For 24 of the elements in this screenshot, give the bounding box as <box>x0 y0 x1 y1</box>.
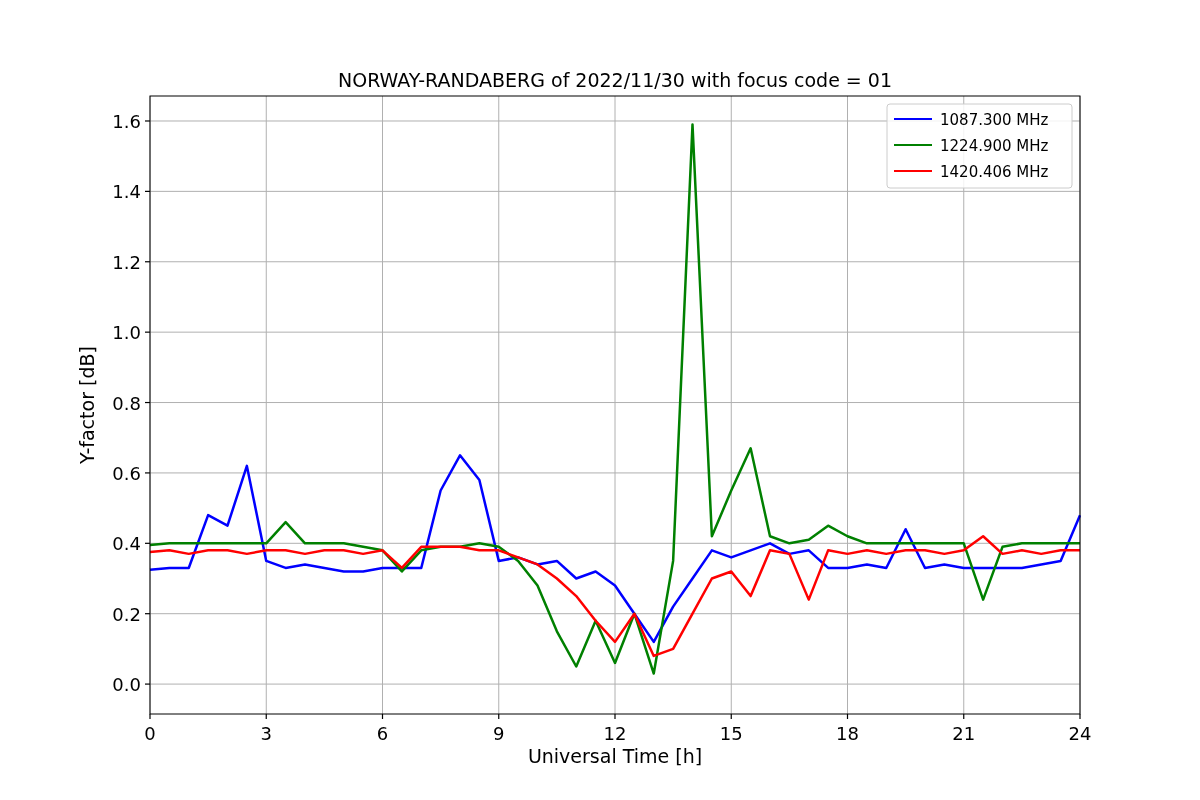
tick-label: 0.0 <box>112 674 141 696</box>
tick-label: 12 <box>603 723 627 744</box>
tick-label: 0.6 <box>112 462 141 484</box>
tick-label: 1.6 <box>112 111 141 132</box>
tick-label: 15 <box>719 723 743 744</box>
tick-label: 1.0 <box>112 322 141 344</box>
chart-title: NORWAY-RANDABERG of 2022/11/30 with focus code = 01 <box>338 69 892 91</box>
tick-label: 0.2 <box>112 603 141 625</box>
tick-label: 1.4 <box>112 181 141 203</box>
tick-label: 21 <box>952 723 976 744</box>
legend-label: 1087.300 MHz <box>940 111 1049 129</box>
tick-label: 0.8 <box>112 392 141 414</box>
x-axis-title: Universal Time [h] <box>527 745 703 767</box>
tick-label: 24 <box>1068 723 1092 744</box>
legend-label: 1420.406 MHz <box>940 163 1049 181</box>
tick-label: 1.2 <box>112 251 141 273</box>
tick-label: 0 <box>144 723 156 744</box>
tick-label: 9 <box>493 723 505 744</box>
tick-label: 3 <box>260 723 272 744</box>
y-axis-title: Y-factor [dB] <box>76 346 98 464</box>
tick-label: 6 <box>376 723 389 744</box>
tick-label: 0.4 <box>112 533 141 555</box>
legend-label: 1224.900 MHz <box>940 137 1049 155</box>
tick-label: 18 <box>836 723 859 744</box>
